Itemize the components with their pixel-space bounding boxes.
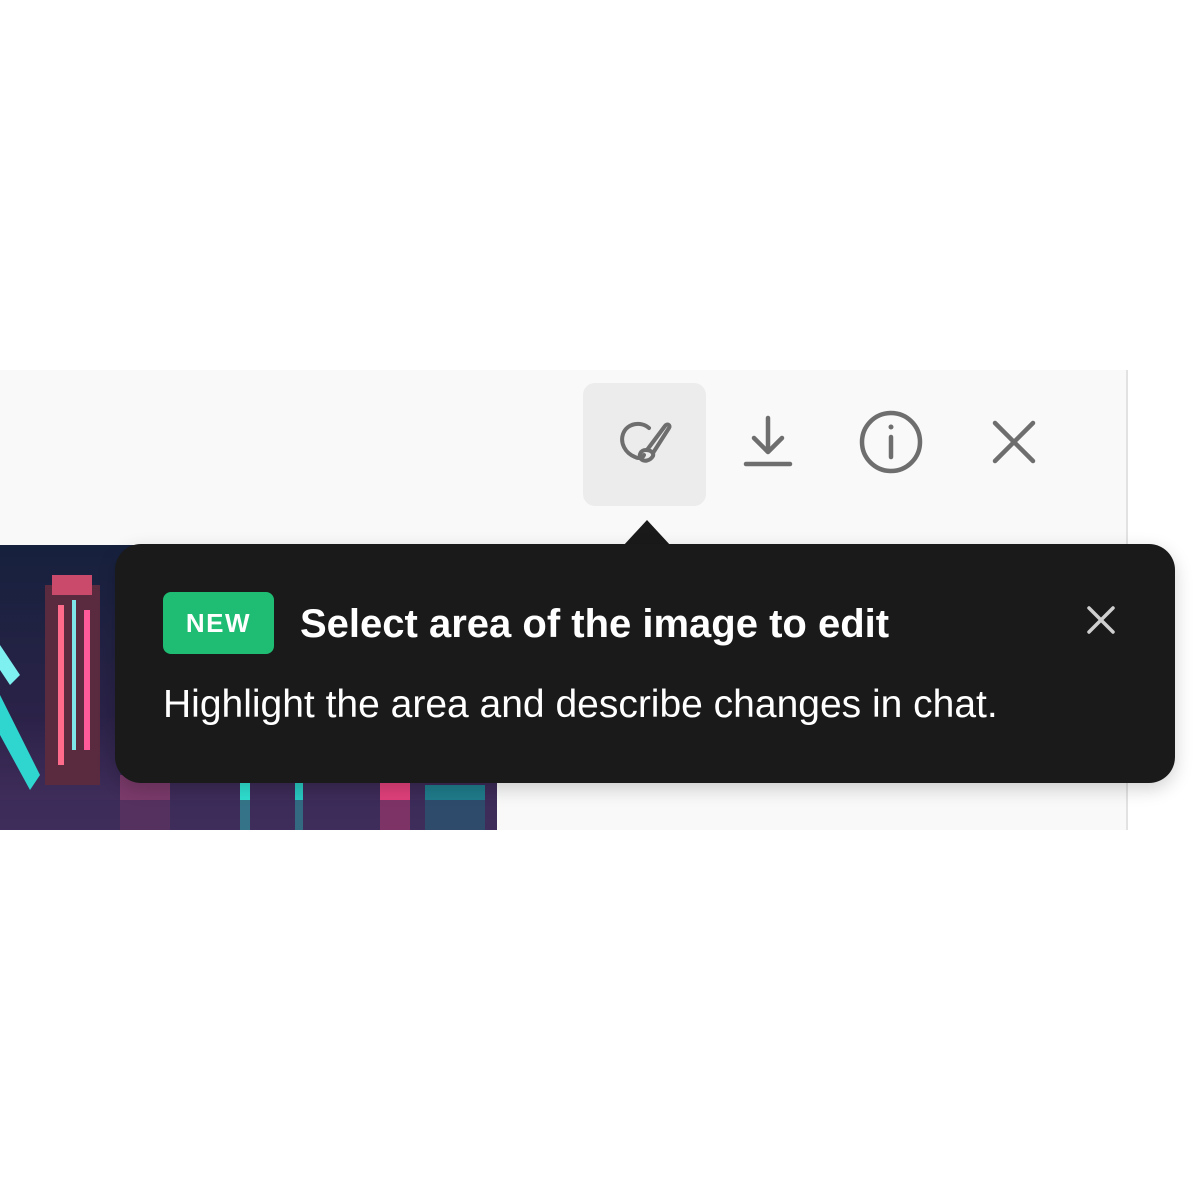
tooltip-close-button[interactable] xyxy=(1081,602,1121,642)
tooltip-description: Highlight the area and describe changes … xyxy=(163,683,998,726)
download-button[interactable] xyxy=(706,383,829,506)
close-icon xyxy=(1085,604,1117,641)
image-viewer-screen: NEW Select area of the image to edit Hig… xyxy=(0,0,1200,1200)
edit-image-button[interactable] xyxy=(583,383,706,506)
info-icon xyxy=(858,409,924,480)
new-badge: NEW xyxy=(163,592,274,654)
download-icon xyxy=(738,412,798,477)
info-button[interactable] xyxy=(829,383,952,506)
close-viewer-button[interactable] xyxy=(952,383,1075,506)
tooltip-title: Select area of the image to edit xyxy=(300,602,890,646)
tooltip-pointer xyxy=(623,520,671,546)
brush-edit-icon xyxy=(613,410,677,479)
edit-feature-tooltip: NEW Select area of the image to edit Hig… xyxy=(115,544,1175,783)
close-icon xyxy=(989,417,1039,472)
